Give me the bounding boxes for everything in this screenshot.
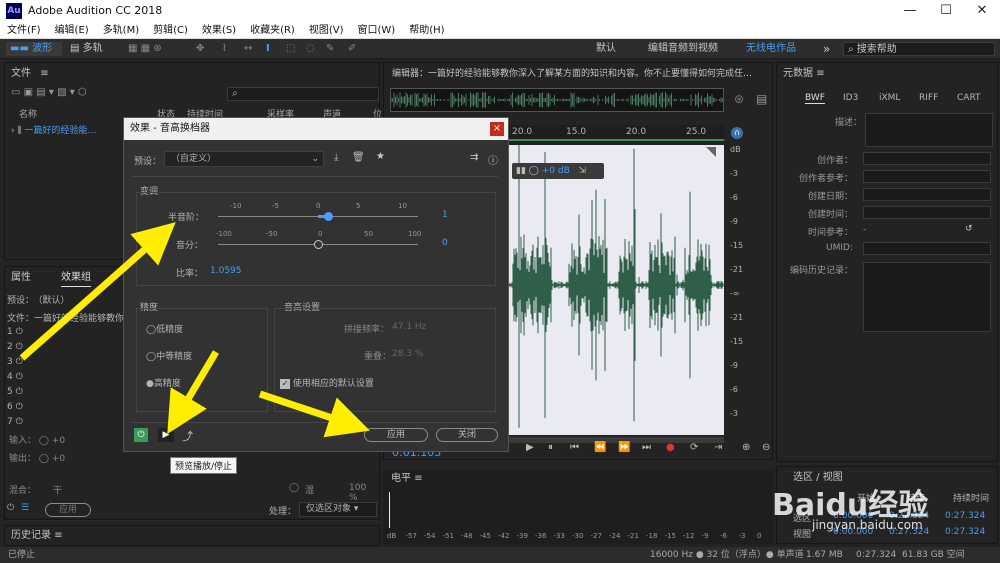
arrow-to-apply [258,390,370,438]
watermark-url: jingyan.baidu.com [812,518,923,532]
arrow-to-preview [167,350,220,435]
arrow-to-semitone [19,222,176,361]
annotation-arrows [19,222,370,438]
